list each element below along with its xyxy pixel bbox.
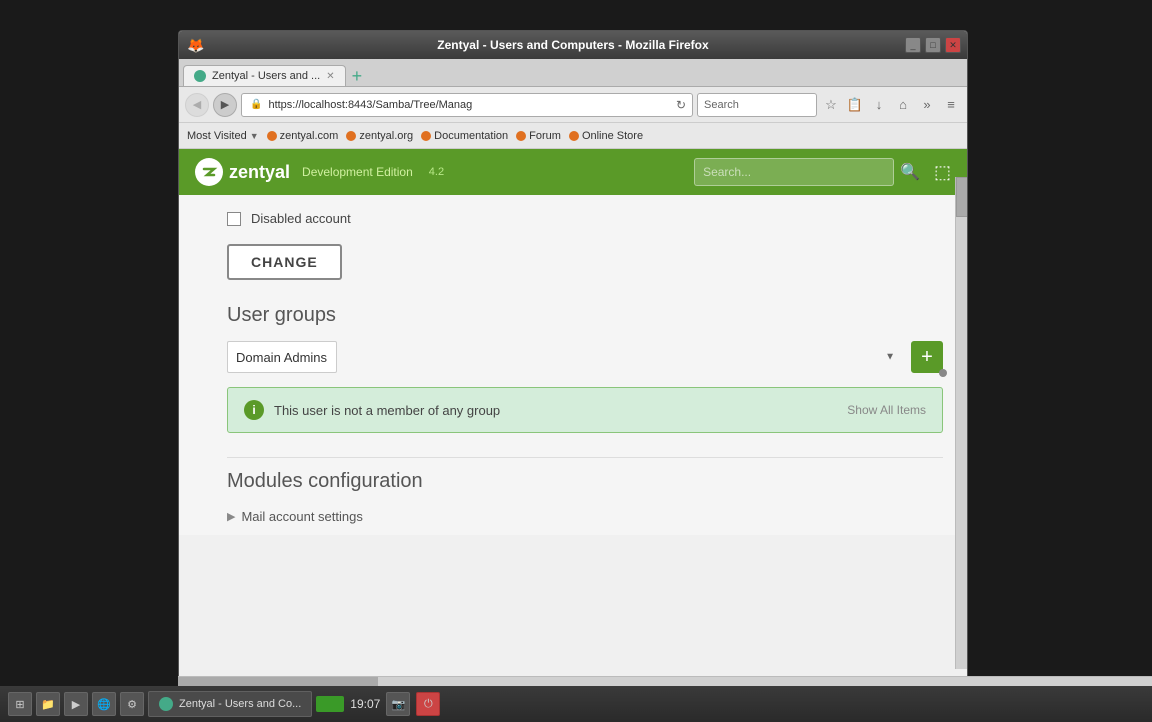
forum-bookmark[interactable]: Forum: [516, 130, 561, 142]
taskbar-settings-btn[interactable]: ⚙: [120, 692, 144, 716]
star-icon[interactable]: ☆: [821, 95, 841, 115]
zentyal-search-input[interactable]: [694, 158, 894, 186]
title-bar: 🦊 Zentyal - Users and Computers - Mozill…: [179, 31, 967, 59]
online-store-bookmark[interactable]: Online Store: [569, 130, 643, 142]
mail-settings-row[interactable]: ▶ Mail account settings: [227, 505, 943, 528]
zentyal-logo-icon: [195, 158, 223, 186]
download-icon[interactable]: ↓: [869, 95, 889, 115]
edition-label: Development Edition: [302, 165, 413, 179]
bookmark-label-1: zentyal.com: [280, 130, 339, 142]
bookmark-dot-3: [421, 131, 431, 141]
info-banner-left: i This user is not a member of any group: [244, 400, 500, 420]
taskbar-sys-btn2[interactable]: ⏻: [416, 692, 440, 716]
taskbar-start-btn[interactable]: ⊞: [8, 692, 32, 716]
main-content: Disabled account CHANGE User groups Doma…: [179, 195, 967, 535]
bookmark-label-5: Online Store: [582, 130, 643, 142]
tab-label: Zentyal - Users and ...: [212, 70, 320, 82]
bookmark-dot-2: [346, 131, 356, 141]
taskbar-app-label: Zentyal - Users and Co...: [179, 698, 301, 710]
tab-favicon: [194, 70, 206, 82]
search-text: Search: [704, 99, 739, 111]
disabled-account-row: Disabled account: [227, 211, 943, 226]
bookmark-dot-4: [516, 131, 526, 141]
modules-title: Modules configuration: [227, 470, 943, 493]
maximize-button[interactable]: □: [925, 37, 941, 53]
taskbar-app-favicon: [159, 697, 173, 711]
zentyal-com-bookmark[interactable]: zentyal.com: [267, 130, 339, 142]
disabled-account-label: Disabled account: [251, 211, 351, 226]
window-controls: _ □ ✕: [905, 37, 961, 53]
reload-button[interactable]: ↻: [676, 98, 686, 112]
zentyal-search-icon[interactable]: 🔍: [900, 162, 920, 182]
taskbar: ⊞ 📁 ▶ 🌐 ⚙ Zentyal - Users and Co... 19:0…: [0, 686, 1152, 722]
taskbar-browser-btn[interactable]: 🌐: [92, 692, 116, 716]
expand-arrow-icon: ▶: [227, 510, 235, 523]
add-group-button[interactable]: +: [911, 341, 943, 373]
nav-bar: ◀ ▶ 🔒 https://localhost:8443/Samba/Tree/…: [179, 87, 967, 123]
firefox-icon: 🦊: [187, 37, 203, 53]
taskbar-sys: 19:07 📷 ⏻: [316, 692, 440, 716]
lock-icon: 🔒: [248, 99, 264, 110]
separator: [227, 457, 943, 458]
scrollbar-track[interactable]: [955, 177, 967, 669]
scrollbar-thumb[interactable]: [956, 177, 967, 217]
show-all-items-link[interactable]: Show All Items: [847, 403, 926, 417]
content-area: Disabled account CHANGE User groups Doma…: [179, 195, 967, 535]
tab-close-button[interactable]: ✕: [326, 71, 334, 82]
url-bar[interactable]: 🔒 https://localhost:8443/Samba/Tree/Mana…: [241, 93, 693, 117]
zentyal-search-area: 🔍 ⬚: [694, 158, 951, 186]
group-select[interactable]: Domain Admins Domain Users Domain Guests: [227, 341, 337, 373]
zentyal-org-bookmark[interactable]: zentyal.org: [346, 130, 413, 142]
forward-button[interactable]: ▶: [213, 93, 237, 117]
bookmark-icon[interactable]: 📋: [845, 95, 865, 115]
tab-bar: Zentyal - Users and ... ✕ +: [179, 59, 967, 87]
bookmark-dot-1: [267, 131, 277, 141]
taskbar-sys-btn1[interactable]: 📷: [386, 692, 410, 716]
brand-name: zentyal: [229, 162, 290, 183]
bookmark-label-4: Forum: [529, 130, 561, 142]
minimize-button[interactable]: _: [905, 37, 921, 53]
browser-window: 🦊 Zentyal - Users and Computers - Mozill…: [178, 30, 968, 690]
bookmarks-bar: Most Visited ▼ zentyal.com zentyal.org D…: [179, 123, 967, 149]
browser-search-bar[interactable]: Search: [697, 93, 817, 117]
taskbar-terminal-btn[interactable]: ▶: [64, 692, 88, 716]
bottom-scrollbar[interactable]: [178, 676, 1152, 686]
group-select-wrapper: Domain Admins Domain Users Domain Guests: [227, 341, 903, 373]
zentyal-header: zentyal Development Edition 4.2 🔍 ⬚: [179, 149, 967, 195]
logout-button[interactable]: ⬚: [934, 162, 951, 183]
taskbar-files-btn[interactable]: 📁: [36, 692, 60, 716]
menu-icon[interactable]: ≡: [941, 95, 961, 115]
disabled-account-checkbox[interactable]: [227, 212, 241, 226]
bottom-scrollbar-thumb[interactable]: [178, 677, 378, 686]
bookmark-label-2: zentyal.org: [359, 130, 413, 142]
browser-tab[interactable]: Zentyal - Users and ... ✕: [183, 65, 346, 86]
close-button[interactable]: ✕: [945, 37, 961, 53]
new-tab-button[interactable]: +: [352, 66, 372, 86]
taskbar-time: 19:07: [350, 697, 380, 711]
browser-title: Zentyal - Users and Computers - Mozilla …: [437, 38, 708, 52]
info-message: This user is not a member of any group: [274, 403, 500, 418]
info-icon: i: [244, 400, 264, 420]
info-banner: i This user is not a member of any group…: [227, 387, 943, 433]
back-button[interactable]: ◀: [185, 93, 209, 117]
url-text: https://localhost:8443/Samba/Tree/Manag: [268, 99, 671, 111]
group-dropdown-row: Domain Admins Domain Users Domain Guests…: [227, 341, 943, 373]
more-icon[interactable]: »: [917, 95, 937, 115]
most-visited-label: Most Visited: [187, 130, 247, 142]
bookmark-dot-5: [569, 131, 579, 141]
bookmark-label-3: Documentation: [434, 130, 508, 142]
browser-content: zentyal Development Edition 4.2 🔍 ⬚ Disa…: [179, 149, 967, 669]
taskbar-indicator: [316, 696, 344, 712]
documentation-bookmark[interactable]: Documentation: [421, 130, 508, 142]
user-groups-title: User groups: [227, 304, 943, 327]
change-button[interactable]: CHANGE: [227, 244, 342, 280]
nav-icons: ☆ 📋 ↓ ⌂ » ≡: [821, 95, 961, 115]
version-label: 4.2: [429, 166, 444, 178]
mail-settings-label: Mail account settings: [241, 509, 362, 524]
taskbar-app-item[interactable]: Zentyal - Users and Co...: [148, 691, 312, 717]
home-icon[interactable]: ⌂: [893, 95, 913, 115]
most-visited-bookmark[interactable]: Most Visited ▼: [187, 130, 259, 142]
zentyal-logo: zentyal: [195, 158, 290, 186]
